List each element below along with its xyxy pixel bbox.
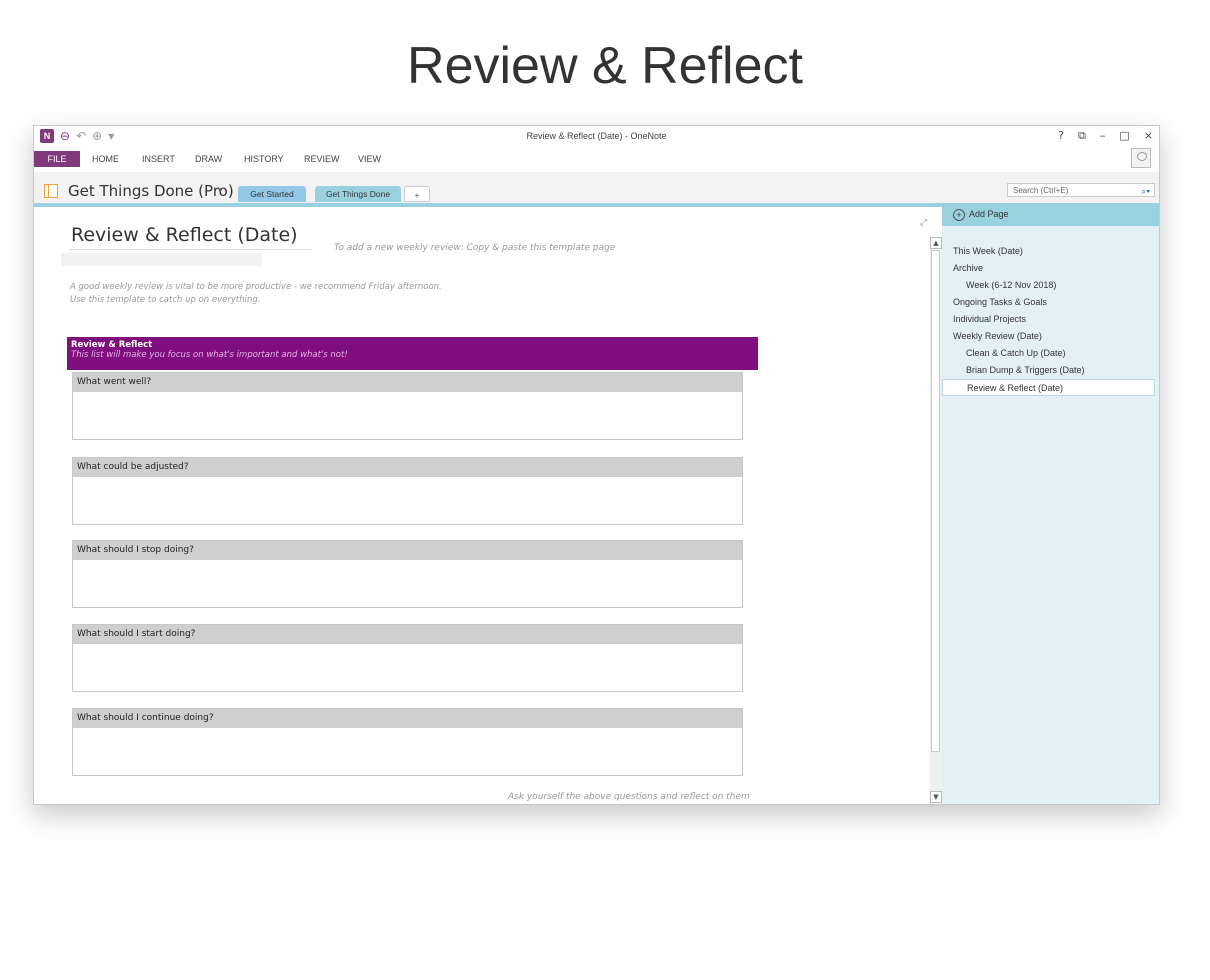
intro-line: A good weekly review is vital to be more… [70, 282, 442, 292]
question-heading: What should I start doing? [73, 625, 742, 644]
scroll-thumb[interactable] [931, 250, 940, 752]
question-box-went-well[interactable]: What went well? [72, 372, 743, 440]
add-page-label: Add Page [969, 209, 1009, 219]
intro-line: Use this template to catch up on everyth… [70, 295, 261, 305]
minimize-button[interactable]: – [1100, 129, 1106, 143]
page-list: This Week (Date) Archive Week (6-12 Nov … [942, 243, 1159, 396]
window-controls: ? ⧉ – □ × [1058, 129, 1153, 143]
vertical-scrollbar[interactable]: ▲ ▼ [930, 237, 942, 804]
tab-history[interactable]: HISTORY [244, 151, 284, 167]
template-hint: To add a new weekly review: Copy & paste… [334, 243, 616, 253]
question-box-start[interactable]: What should I start doing? [72, 624, 743, 692]
question-box-continue[interactable]: What should I continue doing? [72, 708, 743, 776]
question-heading: What should I continue doing? [73, 709, 742, 728]
scroll-up-icon[interactable]: ▲ [930, 237, 942, 249]
question-heading: What should I stop doing? [73, 541, 742, 560]
scroll-down-icon[interactable]: ▼ [930, 791, 942, 803]
tab-home[interactable]: HOME [92, 151, 119, 167]
title-bar: N ⊖ ↶ ⊕ ▾ Review & Reflect (Date) - OneN… [34, 126, 1159, 148]
page-title[interactable]: Review & Reflect (Date) [71, 224, 298, 246]
footer-note: Ask yourself the above questions and ref… [508, 792, 750, 802]
page-date-field[interactable] [61, 253, 262, 266]
section-tab-get-things-done[interactable]: Get Things Done [315, 186, 401, 202]
maximize-button[interactable]: □ [1119, 129, 1129, 143]
window-title: Review & Reflect (Date) - OneNote [526, 131, 667, 141]
page-item-week-nov-2018[interactable]: Week (6-12 Nov 2018) [942, 277, 1159, 294]
pages-pane: + Add Page This Week (Date) Archive Week… [942, 203, 1159, 804]
add-page-icon: + [953, 209, 965, 221]
headline: Review & Reflect [407, 37, 803, 95]
ribbon-tabs: FILE HOME INSERT DRAW HISTORY REVIEW VIE… [34, 148, 1159, 170]
page-item-clean-catch-up[interactable]: Clean & Catch Up (Date) [942, 345, 1159, 362]
search-icon[interactable]: ⌕▾ [1141, 184, 1150, 198]
user-avatar-icon[interactable] [1131, 148, 1151, 168]
search-placeholder: Search (Ctrl+E) [1013, 186, 1069, 195]
expand-page-icon[interactable]: ⤢ [920, 218, 927, 228]
help-button[interactable]: ? [1058, 129, 1064, 143]
page-item-review-reflect[interactable]: Review & Reflect (Date) [942, 379, 1155, 396]
question-heading: What could be adjusted? [73, 458, 742, 477]
ribbon-display-button[interactable]: ⧉ [1078, 129, 1086, 143]
add-section-button[interactable]: + [404, 186, 430, 202]
tab-draw[interactable]: DRAW [195, 151, 222, 167]
banner-subtitle: This list will make you focus on what's … [71, 350, 348, 360]
search-input[interactable]: Search (Ctrl+E) ⌕▾ [1007, 183, 1155, 197]
page-item-this-week[interactable]: This Week (Date) [942, 243, 1159, 260]
page-item-ongoing-tasks[interactable]: Ongoing Tasks & Goals [942, 294, 1159, 311]
section-tab-get-started[interactable]: Get Started [238, 186, 306, 202]
question-box-stop[interactable]: What should I stop doing? [72, 540, 743, 608]
notebook-dropdown-icon[interactable]: ▾ [218, 186, 223, 196]
banner-title: Review & Reflect [71, 340, 153, 350]
page-item-archive[interactable]: Archive [942, 260, 1159, 277]
notebook-name[interactable]: Get Things Done (Pro) [68, 182, 234, 200]
tab-insert[interactable]: INSERT [142, 151, 175, 167]
tab-review[interactable]: REVIEW [304, 151, 340, 167]
title-underline [69, 249, 312, 250]
review-banner: Review & Reflect This list will make you… [67, 337, 758, 370]
add-page-button[interactable]: + Add Page [942, 203, 1159, 226]
question-box-adjusted[interactable]: What could be adjusted? [72, 457, 743, 525]
page-item-weekly-review[interactable]: Weekly Review (Date) [942, 328, 1159, 345]
close-button[interactable]: × [1144, 129, 1153, 143]
intro-text: A good weekly review is vital to be more… [70, 281, 442, 307]
page-item-brian-dump[interactable]: Brian Dump & Triggers (Date) [942, 362, 1159, 379]
tab-file[interactable]: FILE [34, 151, 80, 167]
page-item-individual-projects[interactable]: Individual Projects [942, 311, 1159, 328]
notebook-icon[interactable] [44, 184, 58, 198]
question-heading: What went well? [73, 373, 742, 392]
tab-view[interactable]: VIEW [358, 151, 381, 167]
onenote-window: N ⊖ ↶ ⊕ ▾ Review & Reflect (Date) - OneN… [33, 125, 1160, 805]
